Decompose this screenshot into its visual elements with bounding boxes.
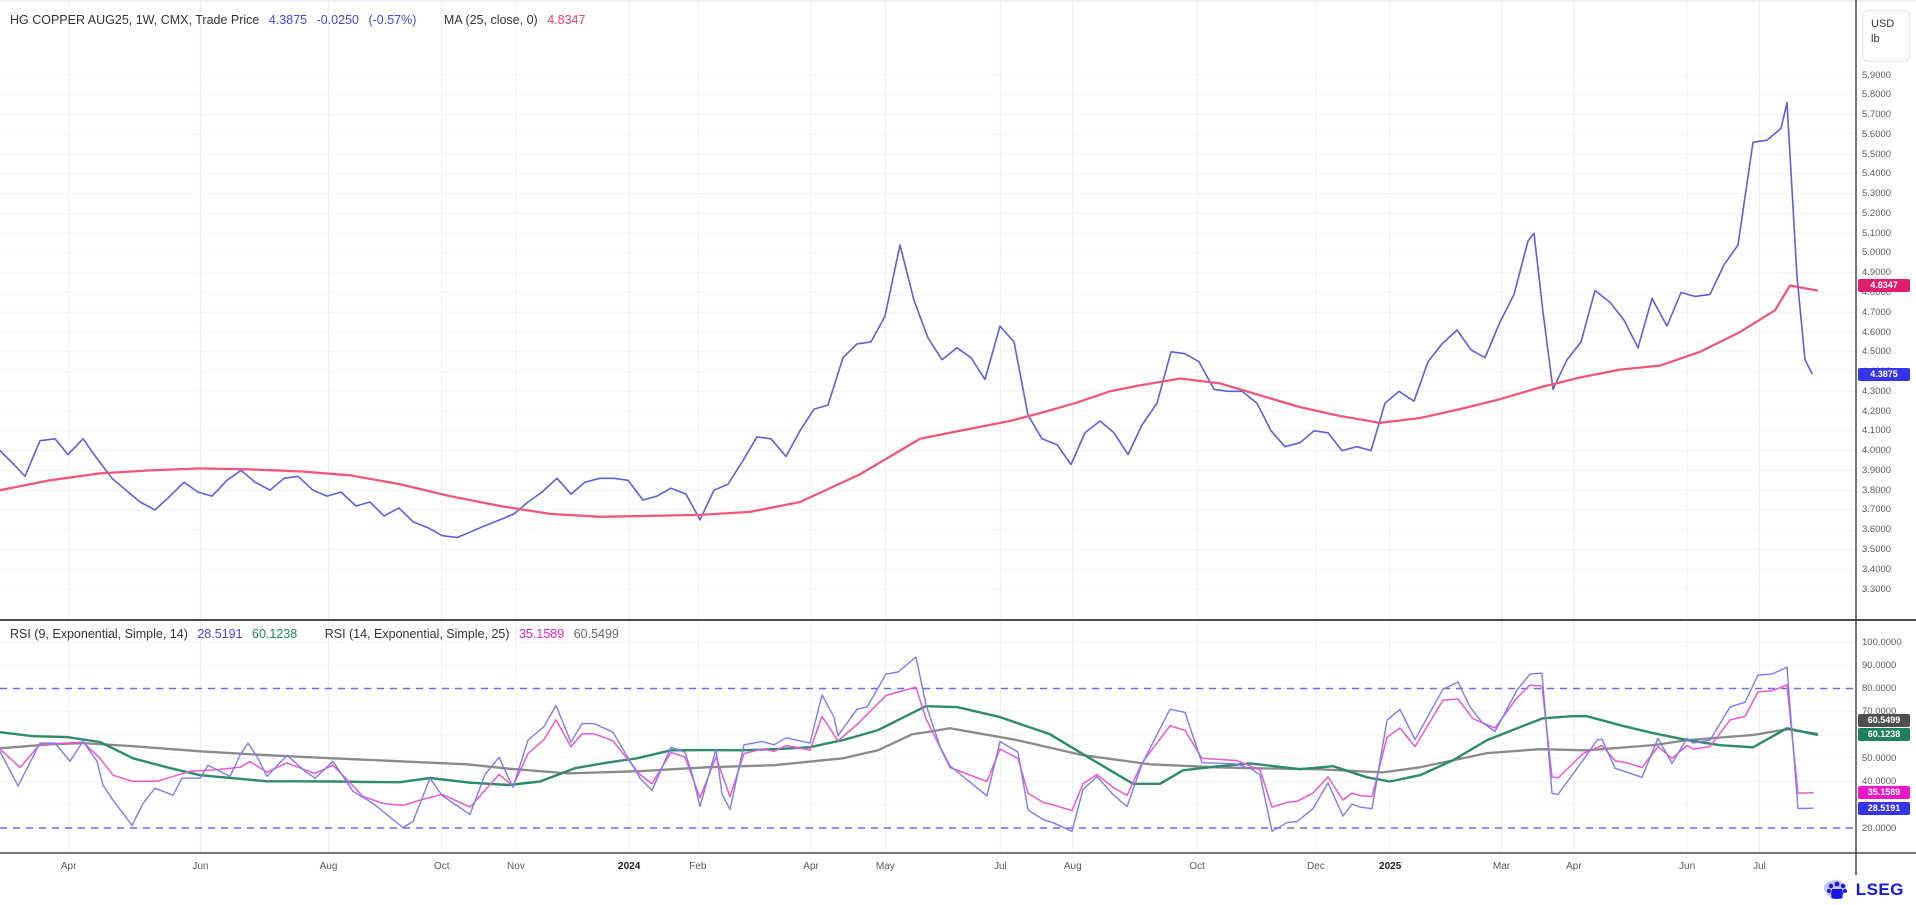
time-month-label: Feb bbox=[689, 861, 706, 872]
ma-value: 4.8347 bbox=[547, 13, 585, 27]
price-tick-label: 4.3000 bbox=[1862, 386, 1891, 397]
lseg-logo: LSEG bbox=[1824, 879, 1904, 901]
unit-measure: lb bbox=[1871, 33, 1909, 45]
time-month-label: Aug bbox=[320, 861, 338, 872]
rsi-slow-label: RSI (14, Exponential, Simple, 25) bbox=[325, 627, 510, 641]
price-tick-label: 5.5000 bbox=[1862, 149, 1891, 160]
time-month-label: Jul bbox=[994, 861, 1007, 872]
price-tick-label: 3.9000 bbox=[1862, 465, 1891, 476]
price-tick-label: 3.4000 bbox=[1862, 564, 1891, 575]
rsi-tick-label: 50.0000 bbox=[1862, 753, 1896, 764]
price-tick-label: 4.5000 bbox=[1862, 346, 1891, 357]
price-tick-label: 4.0000 bbox=[1862, 445, 1891, 456]
axis-value-badge: 60.5499 bbox=[1858, 714, 1910, 727]
price-tick-label: 4.1000 bbox=[1862, 425, 1891, 436]
time-year-label: 2024 bbox=[618, 861, 640, 872]
price-tick-label: 5.2000 bbox=[1862, 208, 1891, 219]
price-tick-label: 3.8000 bbox=[1862, 485, 1891, 496]
axis-value-badge: 4.8347 bbox=[1858, 279, 1910, 292]
time-month-label: Mar bbox=[1493, 861, 1510, 872]
rsi-slow-smooth-value: 60.5499 bbox=[574, 627, 619, 641]
rsi-tick-label: 80.0000 bbox=[1862, 683, 1896, 694]
price-tick-label: 5.9000 bbox=[1862, 70, 1891, 81]
time-month-label: Nov bbox=[507, 861, 525, 872]
rsi-slow-value: 35.1589 bbox=[519, 627, 564, 641]
axis-value-badge: 28.5191 bbox=[1858, 802, 1910, 815]
time-month-label: Dec bbox=[1307, 861, 1325, 872]
ma-label: MA (25, close, 0) bbox=[444, 13, 538, 27]
rsi-tick-label: 20.0000 bbox=[1862, 823, 1896, 834]
price-tick-label: 4.6000 bbox=[1862, 327, 1891, 338]
price-tick-label: 5.3000 bbox=[1862, 188, 1891, 199]
time-month-label: Oct bbox=[1189, 861, 1205, 872]
unit-currency: USD bbox=[1871, 18, 1909, 30]
time-month-label: Aug bbox=[1064, 861, 1082, 872]
price-tick-label: 3.7000 bbox=[1862, 504, 1891, 515]
price-tick-label: 5.4000 bbox=[1862, 168, 1891, 179]
price-legend: HG COPPER AUG25, 1W, CMX, Trade Price 4.… bbox=[10, 13, 591, 27]
price-tick-label: 5.6000 bbox=[1862, 129, 1891, 140]
price-tick-label: 3.6000 bbox=[1862, 524, 1891, 535]
lseg-lion-icon bbox=[1824, 879, 1850, 901]
axis-value-badge: 60.1238 bbox=[1858, 728, 1910, 741]
rsi-fast-label: RSI (9, Exponential, Simple, 14) bbox=[10, 627, 188, 641]
lseg-logo-text: LSEG bbox=[1856, 880, 1904, 900]
chart-canvas[interactable] bbox=[0, 0, 1916, 905]
axis-value-badge: 35.1589 bbox=[1858, 786, 1910, 799]
time-month-label: Apr bbox=[803, 861, 819, 872]
time-month-label: Jun bbox=[1679, 861, 1695, 872]
time-month-label: Jul bbox=[1753, 861, 1766, 872]
price-tick-label: 4.7000 bbox=[1862, 307, 1891, 318]
rsi-fast-value: 28.5191 bbox=[197, 627, 242, 641]
time-month-label: Apr bbox=[61, 861, 77, 872]
rsi-tick-label: 90.0000 bbox=[1862, 660, 1896, 671]
time-month-label: Jun bbox=[192, 861, 208, 872]
price-tick-label: 4.2000 bbox=[1862, 406, 1891, 417]
rsi-fast-smooth-line bbox=[0, 706, 1817, 785]
time-month-label: Apr bbox=[1566, 861, 1582, 872]
trade-price-line bbox=[0, 103, 1812, 538]
chart-window: HG COPPER AUG25, 1W, CMX, Trade Price 4.… bbox=[0, 0, 1916, 905]
price-tick-label: 5.8000 bbox=[1862, 89, 1891, 100]
axis-value-badge: 4.3875 bbox=[1858, 368, 1910, 381]
price-change-pct: (-0.57%) bbox=[368, 13, 416, 27]
rsi-slow-line bbox=[0, 685, 1813, 811]
time-year-label: 2025 bbox=[1379, 861, 1401, 872]
instrument-title: HG COPPER AUG25, 1W, CMX, Trade Price bbox=[10, 13, 259, 27]
unit-box: USD lb bbox=[1862, 10, 1910, 62]
price-change-value: -0.0250 bbox=[317, 13, 359, 27]
price-tick-label: 5.1000 bbox=[1862, 228, 1891, 239]
price-tick-label: 3.5000 bbox=[1862, 544, 1891, 555]
price-tick-label: 5.7000 bbox=[1862, 109, 1891, 120]
rsi-tick-label: 100.0000 bbox=[1862, 637, 1902, 648]
time-month-label: May bbox=[876, 861, 895, 872]
price-tick-label: 4.9000 bbox=[1862, 267, 1891, 278]
price-tick-label: 5.0000 bbox=[1862, 247, 1891, 258]
rsi-fast-smooth-value: 60.1238 bbox=[252, 627, 297, 641]
rsi-legend: RSI (9, Exponential, Simple, 14) 28.5191… bbox=[10, 627, 625, 641]
price-tick-label: 3.3000 bbox=[1862, 584, 1891, 595]
last-price-value: 4.3875 bbox=[269, 13, 307, 27]
time-month-label: Oct bbox=[434, 861, 450, 872]
